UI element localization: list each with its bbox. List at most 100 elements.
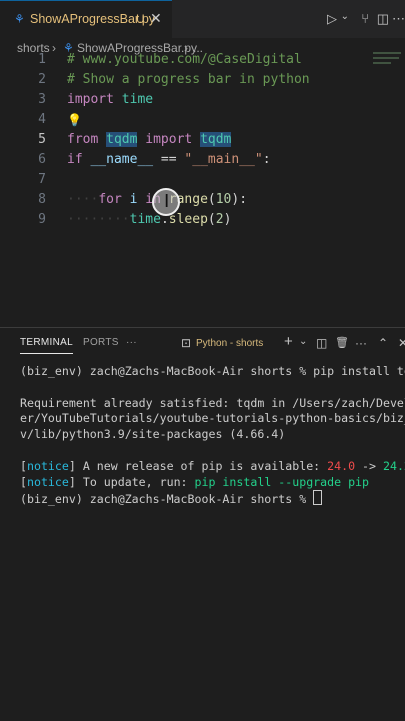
tab-terminal[interactable]: TERMINAL (20, 337, 73, 354)
line-number: 5 (38, 132, 46, 147)
code-line[interactable]: 1 # www.youtube.com/@CaseDigital (0, 52, 405, 72)
terminal-line: Requirement already satisfied: tqdm in /… (20, 396, 405, 412)
split-editor-icon[interactable]: ◫ (377, 11, 389, 27)
line-number: 7 (38, 172, 46, 187)
terminal-shell-label[interactable]: Python - shorts (196, 338, 263, 349)
code-token: ( (207, 192, 216, 207)
terminal-text: notice (26, 458, 69, 473)
code-line[interactable]: 6 if __name__ == "__main__": (0, 152, 405, 172)
editor-tab-bar: ⚘ ShowAProgressBar.py U ✕ ▷ ⌄ ⑂ ◫ ⋯ (0, 0, 405, 38)
line-number: 9 (38, 212, 46, 227)
code-line[interactable]: 4 (0, 112, 405, 132)
git-compare-icon[interactable]: ⑂ (361, 11, 369, 26)
line-number: 2 (38, 72, 46, 87)
terminal-text: er/YouTubeTutorials/youtube-tutorials-py… (20, 411, 405, 426)
terminal-shell-icon: ⊡ (181, 336, 192, 350)
untracked-badge: U (136, 12, 145, 26)
maximize-panel-icon[interactable]: ⌃ (378, 336, 388, 350)
terminal-line: (biz_env) zach@Zachs-MacBook-Air shorts … (20, 490, 323, 507)
code-token: time (121, 92, 154, 107)
code-line[interactable]: 9 ········time.sleep(2) (0, 212, 405, 232)
terminal-text: (biz_env) zach@Zachs-MacBook-Air shorts … (20, 492, 314, 507)
lightbulb-icon[interactable]: 💡 (67, 113, 82, 127)
code-token: # www.youtube.com/@CaseDigital (67, 52, 302, 67)
kill-terminal-icon[interactable]: 🗑 (335, 336, 349, 349)
code-token: ): (231, 192, 248, 207)
terminal-text: notice (26, 474, 69, 489)
python-file-icon: ⚘ (14, 12, 25, 26)
split-terminal-icon[interactable]: ◫ (316, 336, 327, 350)
terminal-text: ] To update, run: (68, 474, 195, 489)
code-line[interactable]: 8····for i in range(10): (0, 192, 405, 212)
new-terminal-icon[interactable]: + (284, 333, 293, 350)
editor-tab-showaprogressbar[interactable]: ⚘ ShowAProgressBar.py U ✕ (0, 0, 172, 38)
code-text: from tqdm import tqdm (67, 132, 232, 147)
terminal-line: [notice] To update, run: pip install --u… (20, 475, 369, 491)
code-line[interactable]: 2 # Show a progress bar in python (0, 72, 405, 92)
code-token: if (67, 152, 83, 167)
code-text: ········time.sleep(2) (67, 212, 231, 227)
terminal-cursor (313, 490, 323, 506)
run-menu-chevron-icon[interactable]: ⌄ (341, 11, 349, 22)
code-editor[interactable]: 1 # www.youtube.com/@CaseDigital 2 # Show a… (0, 52, 405, 322)
terminal-text: pip install --upgrade pip (194, 474, 370, 489)
panel-more-icon[interactable]: ··· (355, 336, 367, 350)
tab-ports[interactable]: PORTS (83, 337, 119, 348)
terminal-text: [ (20, 474, 27, 489)
terminal-text: 24.2 (382, 458, 405, 473)
code-token: time (129, 212, 161, 227)
terminal-line: v/lib/python3.9/site-packages (4.66.4) (20, 427, 285, 443)
minimap[interactable] (373, 52, 403, 72)
line-number: 1 (38, 52, 46, 67)
code-token: ···· (67, 192, 99, 207)
panel-more-tabs[interactable]: ··· (126, 337, 137, 348)
code-text: if __name__ == "__main__": (67, 152, 271, 167)
code-text: # Show a progress bar in python (67, 72, 310, 87)
code-line[interactable]: 5 from tqdm import tqdm (0, 132, 405, 152)
more-actions-icon[interactable]: ⋯ (392, 11, 405, 27)
terminal-line: (biz_env) zach@Zachs-MacBook-Air shorts … (20, 364, 405, 380)
code-token: __name__ (90, 152, 154, 167)
line-number: 8 (38, 192, 46, 207)
code-token: tqdm (106, 132, 138, 147)
code-token: "__main__" (184, 152, 263, 167)
run-icon[interactable]: ▷ (327, 11, 337, 27)
code-token: from (67, 132, 99, 147)
code-token: ( (207, 212, 216, 227)
code-text: import time (67, 92, 153, 107)
terminal-text: 24.0 (327, 458, 356, 473)
code-token: sleep (168, 212, 208, 227)
terminal-panel: TERMINAL PORTS ··· ⊡ Python - shorts + ⌄… (0, 327, 405, 721)
panel-tab-bar: TERMINAL PORTS ··· ⊡ Python - shorts + ⌄… (0, 328, 405, 360)
code-token: import (67, 92, 114, 107)
code-token: == (153, 152, 185, 167)
code-line[interactable]: 7 (0, 172, 405, 192)
terminal-line: [notice] A new release of pip is availab… (20, 459, 405, 475)
close-tab-icon[interactable]: ✕ (150, 10, 162, 27)
close-panel-icon[interactable]: ✕ (398, 336, 405, 350)
terminal-menu-chevron-icon[interactable]: ⌄ (299, 336, 307, 347)
terminal-text: v/lib/python3.9/site-packages (4.66.4) (20, 427, 286, 442)
terminal-line: er/YouTubeTutorials/youtube-tutorials-py… (20, 411, 405, 427)
code-token: tqdm (200, 132, 232, 147)
code-line[interactable]: 3 import time (0, 92, 405, 112)
code-token: : (262, 152, 271, 167)
code-token: 2 (215, 212, 224, 227)
terminal-text: ] A new release of pip is available: (68, 458, 328, 473)
line-number: 4 (38, 112, 46, 127)
terminal-text: (biz_env) zach@Zachs-MacBook-Air shorts … (20, 364, 405, 378)
code-token: ) (223, 212, 232, 227)
code-token: # Show a progress bar in python (67, 72, 310, 87)
code-token: 10 (215, 192, 232, 207)
code-token: ········ (67, 212, 130, 227)
code-text: # www.youtube.com/@CaseDigital (67, 52, 302, 67)
terminal-text: -> (355, 458, 383, 473)
text-cursor-icon: I (164, 191, 170, 212)
terminal-text: [ (20, 458, 27, 473)
line-number: 6 (38, 152, 46, 167)
line-number: 3 (38, 92, 46, 107)
